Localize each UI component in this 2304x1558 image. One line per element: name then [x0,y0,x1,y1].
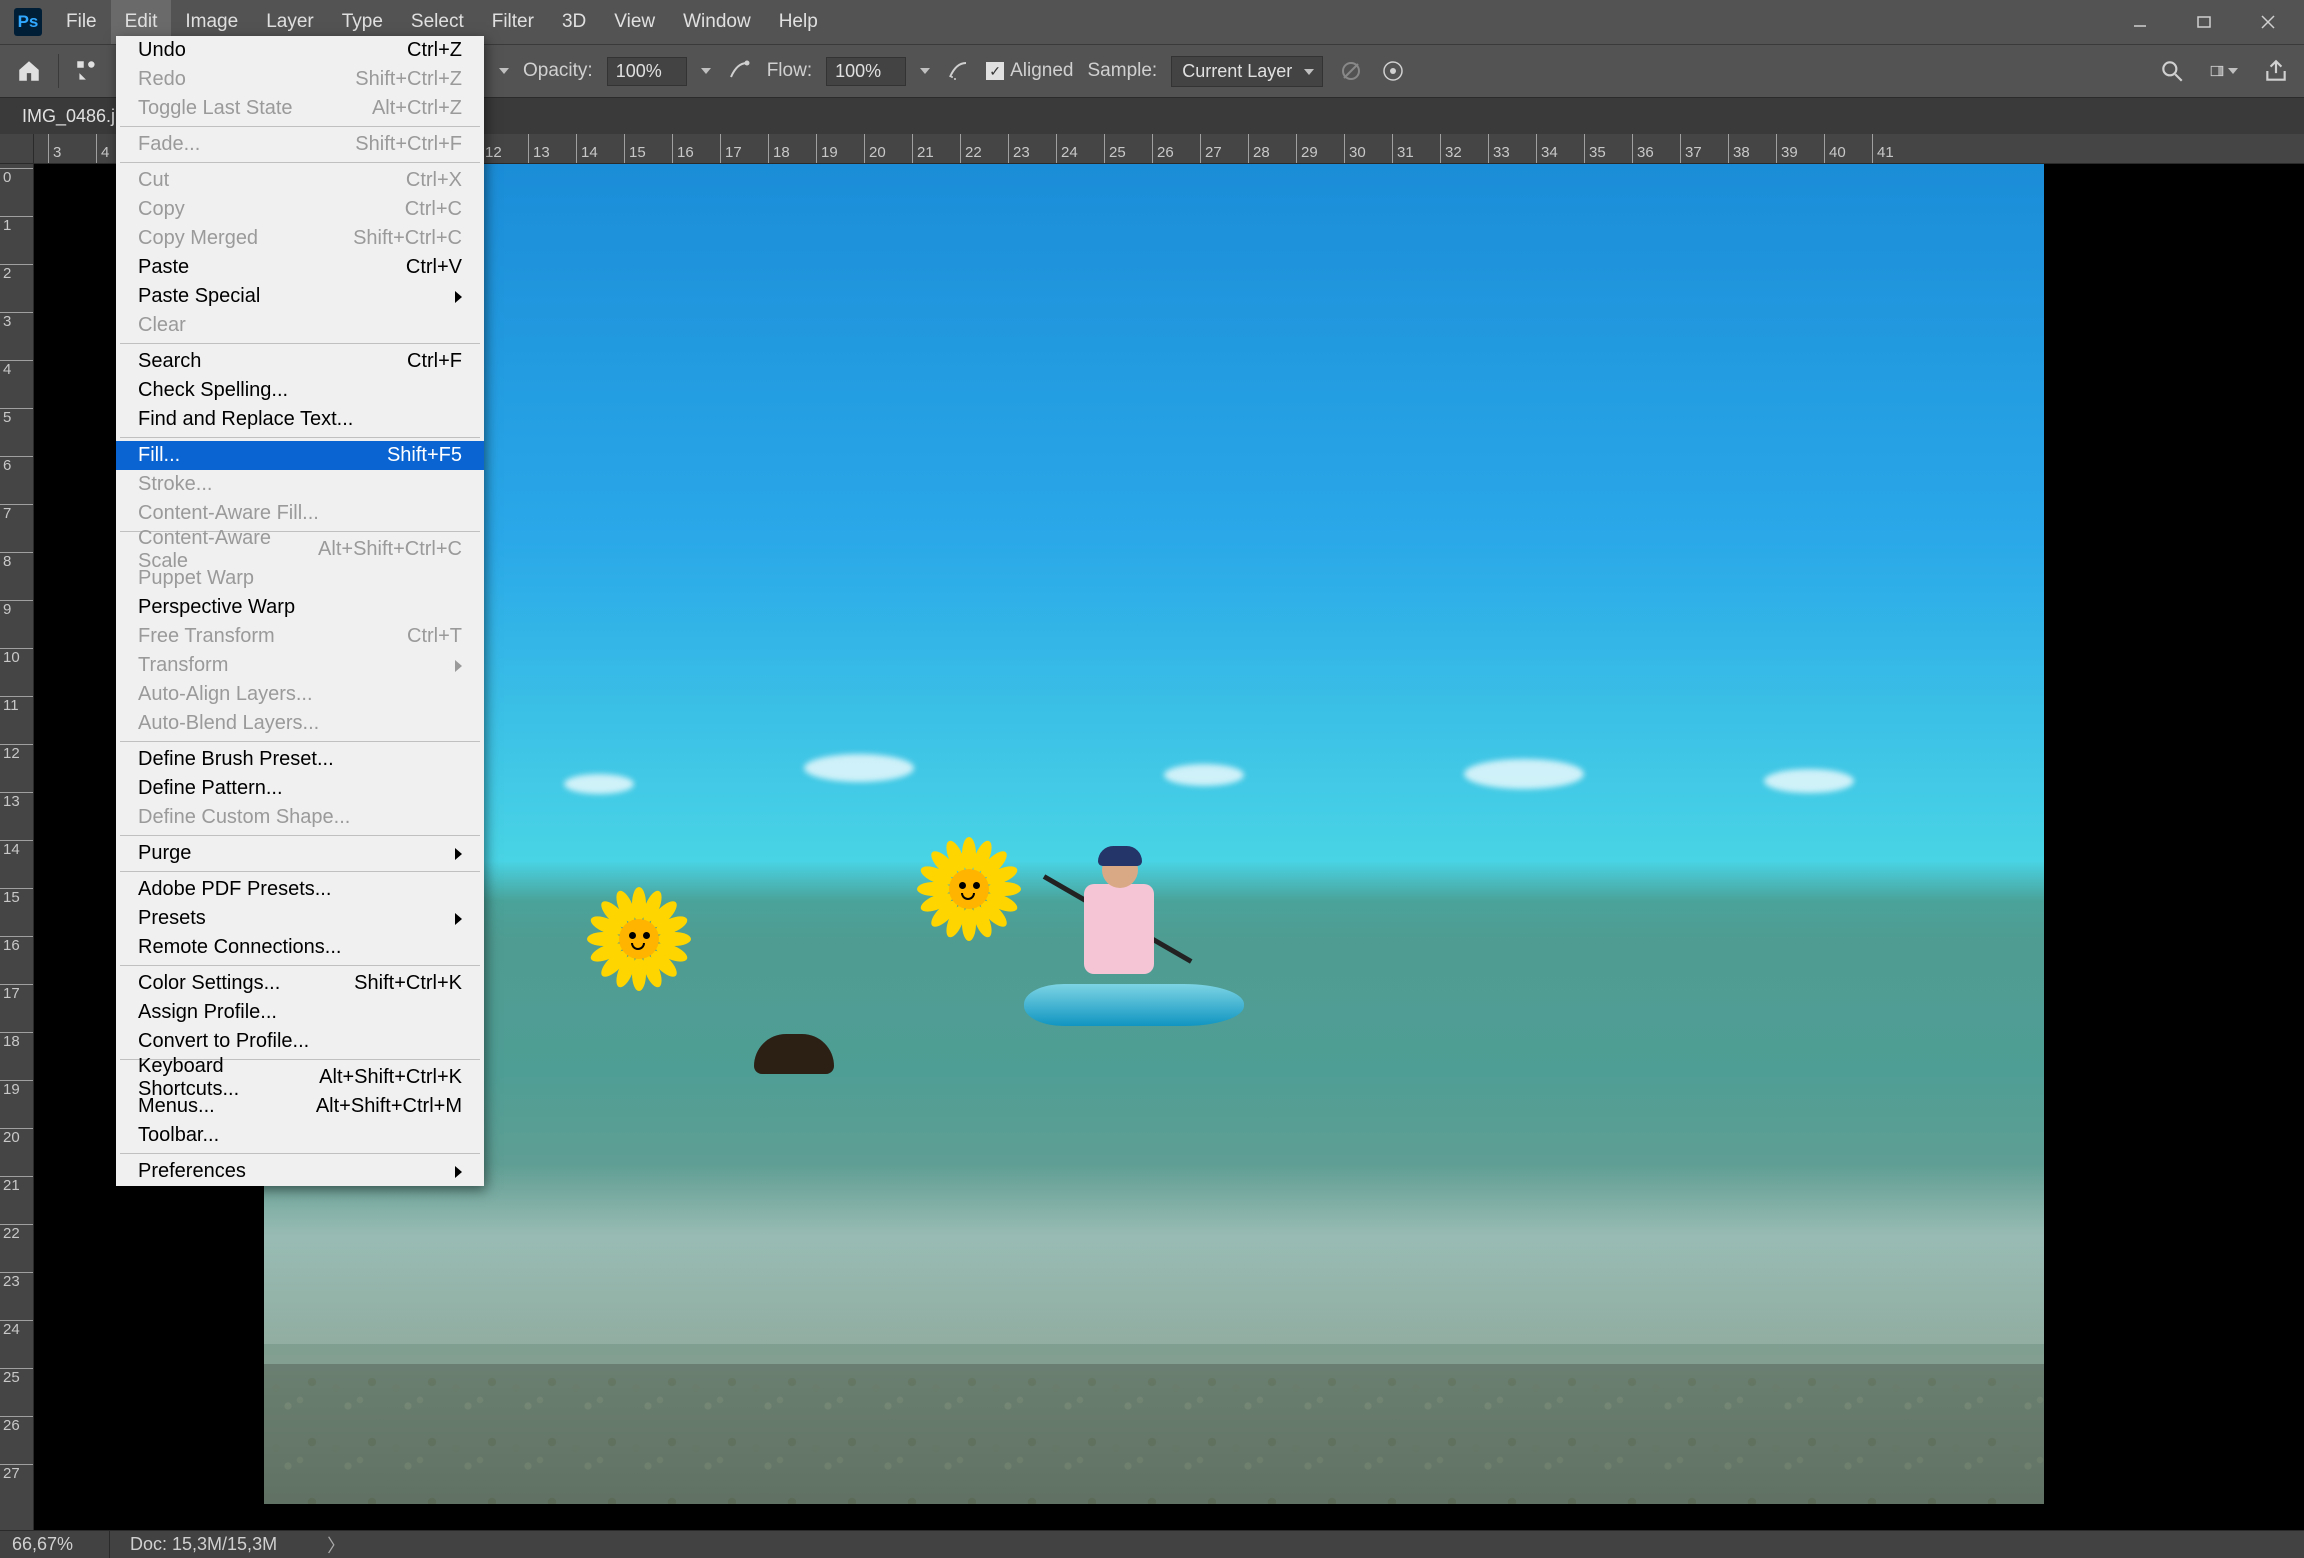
menu-item-copy-merged: Copy MergedShift+Ctrl+C [116,224,484,253]
mode-dropdown-icon[interactable] [499,68,509,74]
opacity-dropdown-icon[interactable] [701,68,711,74]
menu-item-define-custom-shape: Define Custom Shape... [116,803,484,832]
menu-item-find-and-replace-text[interactable]: Find and Replace Text... [116,405,484,434]
menu-item-auto-blend-layers: Auto-Blend Layers... [116,709,484,738]
emoji-sticker [604,904,674,974]
status-bar: 66,67% Doc: 15,3M/15,3M 〉 [0,1530,2304,1558]
menu-window[interactable]: Window [669,0,765,44]
menu-view[interactable]: View [600,0,669,44]
sample-label: Sample: [1088,60,1158,82]
menu-item-redo: RedoShift+Ctrl+Z [116,65,484,94]
pressure-opacity-icon[interactable] [725,57,753,85]
menu-item-adobe-pdf-presets[interactable]: Adobe PDF Presets... [116,875,484,904]
menu-item-undo[interactable]: UndoCtrl+Z [116,36,484,65]
menu-item-free-transform: Free TransformCtrl+T [116,622,484,651]
menu-item-define-pattern[interactable]: Define Pattern... [116,774,484,803]
aligned-label: Aligned [1010,60,1073,82]
home-icon[interactable] [14,56,44,86]
image-subject [1034,844,1224,1044]
status-caret-icon[interactable]: 〉 [327,1532,345,1558]
workspace-icon[interactable] [2210,57,2238,85]
flow-dropdown-icon[interactable] [920,68,930,74]
menu-item-define-brush-preset[interactable]: Define Brush Preset... [116,745,484,774]
menu-item-assign-profile[interactable]: Assign Profile... [116,998,484,1027]
close-button[interactable] [2256,10,2280,34]
menu-3d[interactable]: 3D [548,0,600,44]
menu-item-auto-align-layers: Auto-Align Layers... [116,680,484,709]
ruler-vertical[interactable]: 0123456789101112131415161718192021222324… [0,164,34,1530]
ignore-adjustment-icon[interactable] [1337,57,1365,85]
menu-item-stroke: Stroke... [116,470,484,499]
menu-item-transform: Transform [116,651,484,680]
airbrush-icon[interactable] [944,57,972,85]
emoji-sticker [934,854,1004,924]
menu-item-keyboard-shortcuts[interactable]: Keyboard Shortcuts...Alt+Shift+Ctrl+K [116,1063,484,1092]
menu-item-fill[interactable]: Fill...Shift+F5 [116,441,484,470]
app-logo: Ps [14,8,42,36]
menu-item-search[interactable]: SearchCtrl+F [116,347,484,376]
share-icon[interactable] [2262,57,2290,85]
menu-item-preferences[interactable]: Preferences [116,1157,484,1186]
doc-size[interactable]: Doc: 15,3M/15,3M [110,1534,277,1555]
minimize-button[interactable] [2128,10,2152,34]
maximize-button[interactable] [2192,10,2216,34]
document-image [264,164,2044,1504]
menu-item-remote-connections[interactable]: Remote Connections... [116,933,484,962]
menu-item-convert-to-profile[interactable]: Convert to Profile... [116,1027,484,1056]
flow-input[interactable]: 100% [826,57,906,86]
menu-item-toggle-last-state: Toggle Last StateAlt+Ctrl+Z [116,94,484,123]
sample-select[interactable]: Current Layer [1171,56,1323,87]
search-icon[interactable] [2158,57,2186,85]
flow-label: Flow: [767,60,812,82]
menu-item-purge[interactable]: Purge [116,839,484,868]
menu-help[interactable]: Help [765,0,832,44]
aligned-checkbox[interactable]: ✓ Aligned [986,60,1073,82]
menu-item-clear: Clear [116,311,484,340]
menu-item-content-aware-scale: Content-Aware ScaleAlt+Shift+Ctrl+C [116,535,484,564]
check-icon: ✓ [986,62,1004,80]
image-subject [754,1034,834,1074]
menu-item-copy: CopyCtrl+C [116,195,484,224]
ruler-corner [0,134,34,164]
menu-item-color-settings[interactable]: Color Settings...Shift+Ctrl+K [116,969,484,998]
menu-item-check-spelling[interactable]: Check Spelling... [116,376,484,405]
tool-preset-icon[interactable] [73,57,101,85]
menu-item-fade: Fade...Shift+Ctrl+F [116,130,484,159]
opacity-input[interactable]: 100% [607,57,687,86]
pressure-size-icon[interactable] [1379,57,1407,85]
menu-file[interactable]: File [52,0,111,44]
menu-item-paste[interactable]: PasteCtrl+V [116,253,484,282]
menu-filter[interactable]: Filter [478,0,548,44]
menu-item-content-aware-fill: Content-Aware Fill... [116,499,484,528]
opacity-label: Opacity: [523,60,593,82]
menu-item-presets[interactable]: Presets [116,904,484,933]
menu-item-cut: CutCtrl+X [116,166,484,195]
menu-item-perspective-warp[interactable]: Perspective Warp [116,593,484,622]
zoom-level[interactable]: 66,67% [0,1531,110,1558]
menu-item-paste-special[interactable]: Paste Special [116,282,484,311]
edit-dropdown-menu: UndoCtrl+ZRedoShift+Ctrl+ZToggle Last St… [116,36,484,1186]
menu-item-toolbar[interactable]: Toolbar... [116,1121,484,1150]
